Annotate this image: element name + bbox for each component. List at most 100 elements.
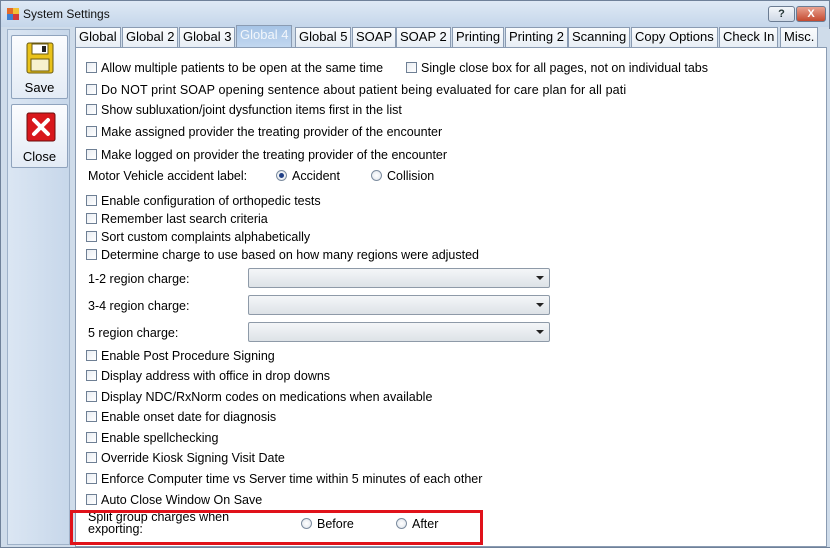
window-title: System Settings [23, 7, 110, 21]
close-button[interactable]: Close [11, 104, 68, 168]
checkbox-label: Enable onset date for diagnosis [101, 410, 277, 424]
split-group-charges-label: Split group charges when exporting: [88, 511, 229, 536]
radio-dot[interactable] [396, 518, 407, 529]
chevron-down-icon [536, 303, 544, 307]
sort-complaints-checkbox[interactable]: Sort custom complaints alphabetically [86, 230, 310, 244]
save-label: Save [24, 80, 55, 95]
checkbox-label: Override Kiosk Signing Visit Date [101, 451, 285, 465]
checkbox-box[interactable] [86, 104, 97, 115]
checkbox-box[interactable] [86, 62, 97, 73]
checkbox-box[interactable] [86, 213, 97, 224]
remember-search-checkbox[interactable]: Remember last search criteria [86, 212, 268, 226]
assigned-provider-checkbox[interactable]: Make assigned provider the treating prov… [86, 125, 442, 139]
region-1-2-label: 1-2 region charge: [88, 272, 190, 286]
tab-printing[interactable]: Printing [452, 27, 505, 47]
ndc-codes-checkbox[interactable]: Display NDC/RxNorm codes on medications … [86, 390, 432, 404]
chevron-down-icon [536, 330, 544, 334]
checkbox-label: Auto Close Window On Save [101, 493, 263, 507]
checkbox-box[interactable] [86, 350, 97, 361]
radio-label: After [412, 517, 439, 531]
settings-tabs: Global Global 2 Global 3 Global 4 Global… [75, 25, 829, 48]
radio-dot[interactable] [276, 170, 287, 181]
title-bar[interactable]: System Settings ? X [1, 1, 829, 27]
chevron-down-icon [536, 276, 544, 280]
checkbox-label: Enable spellchecking [101, 431, 219, 445]
split-after-radio[interactable]: After [396, 517, 438, 531]
checkbox-box[interactable] [86, 391, 97, 402]
global-4-panel: Allow multiple patients to be open at th… [75, 47, 827, 547]
checkbox-box[interactable] [86, 494, 97, 505]
tab-copy-options[interactable]: Copy Options [631, 27, 718, 47]
checkbox-box[interactable] [86, 84, 97, 95]
split-label-line-2: exporting: [88, 522, 143, 536]
checkbox-box[interactable] [86, 473, 97, 484]
spellcheck-checkbox[interactable]: Enable spellchecking [86, 431, 218, 445]
show-subluxation-checkbox[interactable]: Show subluxation/joint dysfunction items… [86, 103, 402, 117]
tab-global-5[interactable]: Global 5 [295, 27, 352, 47]
no-soap-opening-checkbox[interactable]: Do NOT print SOAP opening sentence about… [86, 83, 626, 97]
tab-printing-2[interactable]: Printing 2 [505, 27, 568, 47]
checkbox-box[interactable] [86, 126, 97, 137]
region-3-4-dropdown[interactable] [248, 295, 550, 315]
post-procedure-checkbox[interactable]: Enable Post Procedure Signing [86, 349, 275, 363]
onset-date-checkbox[interactable]: Enable onset date for diagnosis [86, 410, 276, 424]
radio-label: Accident [292, 169, 340, 183]
checkbox-box[interactable] [86, 452, 97, 463]
checkbox-label: Display address with office in drop down… [101, 369, 331, 383]
checkbox-box[interactable] [86, 432, 97, 443]
checkbox-label: Single close box for all pages, not on i… [421, 61, 708, 75]
checkbox-box[interactable] [86, 231, 97, 242]
radio-dot[interactable] [301, 518, 312, 529]
radio-dot[interactable] [371, 170, 382, 181]
logged-provider-checkbox[interactable]: Make logged on provider the treating pro… [86, 148, 447, 162]
tab-soap[interactable]: SOAP [352, 27, 397, 47]
checkbox-box[interactable] [86, 195, 97, 206]
motor-vehicle-label: Motor Vehicle accident label: [88, 169, 248, 183]
region-5-label: 5 region charge: [88, 326, 179, 340]
tab-global-4[interactable]: Global 4 [236, 25, 293, 48]
checkbox-label: Make logged on provider the treating pro… [101, 148, 448, 162]
checkbox-label: Sort custom complaints alphabetically [101, 230, 311, 244]
split-before-radio[interactable]: Before [301, 517, 354, 531]
tab-global-2[interactable]: Global 2 [122, 27, 179, 47]
window-close-button[interactable]: X [796, 6, 826, 22]
checkbox-label: Determine charge to use based on how man… [101, 248, 479, 262]
checkbox-box[interactable] [86, 149, 97, 160]
tab-misc[interactable]: Misc. [780, 27, 819, 47]
region-5-dropdown[interactable] [248, 322, 550, 342]
checkbox-box[interactable] [406, 62, 417, 73]
help-button[interactable]: ? [768, 6, 795, 22]
determine-charge-checkbox[interactable]: Determine charge to use based on how man… [86, 248, 479, 262]
tab-global-3[interactable]: Global 3 [179, 27, 236, 47]
tab-check-in[interactable]: Check In [719, 27, 779, 47]
kiosk-date-checkbox[interactable]: Override Kiosk Signing Visit Date [86, 451, 285, 465]
accident-radio[interactable]: Accident [276, 169, 340, 183]
single-close-box-checkbox[interactable]: Single close box for all pages, not on i… [406, 61, 708, 75]
checkbox-label: Enforce Computer time vs Server time wit… [101, 472, 483, 486]
app-icon [7, 8, 19, 20]
save-button[interactable]: Save [11, 35, 68, 99]
collision-radio[interactable]: Collision [371, 169, 434, 183]
ortho-tests-checkbox[interactable]: Enable configuration of orthopedic tests [86, 194, 321, 208]
auto-close-checkbox[interactable]: Auto Close Window On Save [86, 493, 262, 507]
tab-scanning[interactable]: Scanning [568, 27, 631, 47]
display-address-checkbox[interactable]: Display address with office in drop down… [86, 369, 330, 383]
checkbox-label: Allow multiple patients to be open at th… [101, 61, 384, 75]
region-1-2-dropdown[interactable] [248, 268, 550, 288]
floppy-disk-icon [26, 42, 54, 74]
side-toolbar: Save Close [7, 29, 70, 545]
tab-soap-2[interactable]: SOAP 2 [396, 27, 451, 47]
checkbox-label: Do NOT print SOAP opening sentence about… [101, 83, 627, 97]
allow-multiple-patients-checkbox[interactable]: Allow multiple patients to be open at th… [86, 61, 383, 75]
checkbox-label: Show subluxation/joint dysfunction items… [101, 103, 402, 117]
checkbox-box[interactable] [86, 370, 97, 381]
radio-label: Collision [387, 169, 435, 183]
checkbox-label: Display NDC/RxNorm codes on medications … [101, 390, 433, 404]
system-settings-window: System Settings ? X Save Close Global Gl… [0, 0, 830, 548]
checkbox-box[interactable] [86, 411, 97, 422]
radio-label: Before [317, 517, 354, 531]
tab-global[interactable]: Global [75, 27, 121, 47]
checkbox-box[interactable] [86, 249, 97, 260]
checkbox-label: Enable Post Procedure Signing [101, 349, 275, 363]
enforce-time-checkbox[interactable]: Enforce Computer time vs Server time wit… [86, 472, 482, 486]
